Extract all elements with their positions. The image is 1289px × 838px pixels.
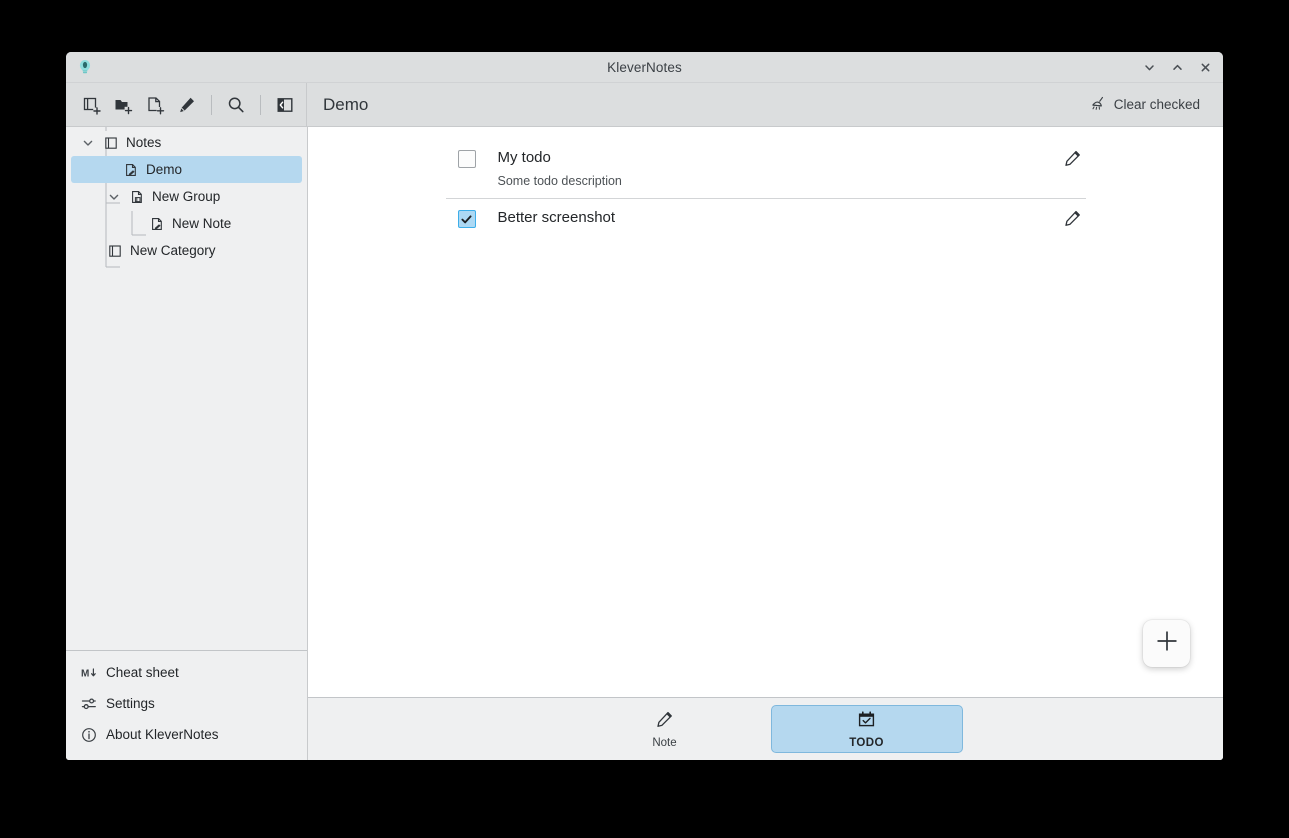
todo-checkbox[interactable]: [458, 210, 476, 228]
todo-edit-button[interactable]: [1060, 148, 1086, 174]
todo-title: My todo: [498, 148, 1060, 167]
sidebar-footer-label: About KleverNotes: [106, 727, 219, 742]
close-button[interactable]: [1193, 55, 1217, 79]
todo-texts: My todo Some todo description: [498, 148, 1060, 189]
sidebar-item-label: Notes: [126, 135, 161, 150]
category-icon: [101, 136, 121, 150]
calendar-check-icon: [857, 710, 876, 734]
todo-texts: Better screenshot: [498, 208, 1060, 227]
app-window: KleverNotes: [66, 52, 1223, 760]
pencil-icon: [1063, 209, 1082, 233]
todo-description: Some todo description: [498, 173, 1060, 189]
category-icon: [105, 244, 125, 258]
window-controls: [1137, 52, 1217, 82]
collapse-sidebar-button[interactable]: [270, 90, 300, 120]
app-bar: Demo Clear checked: [66, 83, 1223, 127]
title-bar[interactable]: KleverNotes: [66, 52, 1223, 83]
new-note-button[interactable]: [140, 90, 170, 120]
sidebar-item-about[interactable]: About KleverNotes: [66, 719, 307, 750]
todo-item: My todo Some todo description: [446, 139, 1086, 199]
chevron-down-icon[interactable]: [105, 188, 122, 205]
page-title: Demo: [323, 95, 368, 115]
sidebar-footer-label: Settings: [106, 696, 155, 711]
toolbar-separator-2: [260, 95, 261, 115]
sidebar-item-new-category[interactable]: New Category: [71, 237, 302, 264]
note-icon: [147, 217, 167, 231]
tab-label: TODO: [849, 737, 884, 749]
sidebar: Notes Demo: [66, 127, 308, 760]
sidebar-item-label: Demo: [146, 162, 182, 177]
sidebar-item-new-note[interactable]: New Note: [71, 210, 302, 237]
tab-label: Note: [652, 737, 676, 749]
svg-text:M: M: [81, 668, 89, 679]
todo-item: Better screenshot: [446, 199, 1086, 243]
tab-note[interactable]: Note: [569, 705, 761, 753]
todo-checkbox[interactable]: [458, 150, 476, 168]
todo-area: My todo Some todo description: [308, 127, 1223, 697]
search-button[interactable]: [221, 90, 251, 120]
content-column: My todo Some todo description: [308, 127, 1223, 760]
maximize-button[interactable]: [1165, 55, 1189, 79]
sidebar-item-label: New Note: [172, 216, 231, 231]
sidebar-item-label: New Category: [130, 243, 216, 258]
sidebar-footer-label: Cheat sheet: [106, 665, 179, 680]
sidebar-item-label: New Group: [152, 189, 220, 204]
note-icon: [121, 163, 141, 177]
rename-button[interactable]: [172, 90, 202, 120]
toolbar-separator: [211, 95, 212, 115]
broom-icon: [1090, 95, 1107, 115]
sidebar-item-notes[interactable]: Notes: [71, 129, 302, 156]
bottom-tab-bar: Note TODO: [308, 697, 1223, 760]
todo-edit-button[interactable]: [1060, 208, 1086, 234]
window-title: KleverNotes: [66, 60, 1223, 75]
info-icon: [80, 727, 97, 743]
todo-list: My todo Some todo description: [446, 135, 1086, 243]
sliders-icon: [80, 696, 97, 712]
clear-checked-button[interactable]: Clear checked: [1084, 91, 1206, 119]
header-bar: Demo Clear checked: [307, 83, 1223, 126]
notes-tree: Notes Demo: [66, 127, 307, 650]
tab-todo[interactable]: TODO: [771, 705, 963, 753]
sidebar-footer: M Cheat sheet S: [66, 650, 307, 760]
todo-title: Better screenshot: [498, 208, 1060, 227]
clear-checked-label: Clear checked: [1114, 97, 1200, 112]
sidebar-item-cheat-sheet[interactable]: M Cheat sheet: [66, 657, 307, 688]
sidebar-item-new-group[interactable]: New Group: [71, 183, 302, 210]
markdown-icon: M: [80, 666, 97, 680]
minimize-button[interactable]: [1137, 55, 1161, 79]
add-todo-button[interactable]: [1143, 620, 1190, 667]
pencil-icon: [1063, 149, 1082, 173]
chevron-down-icon[interactable]: [79, 134, 96, 151]
lightbulb-icon: [74, 56, 96, 78]
check-icon: [460, 213, 473, 226]
sidebar-item-settings[interactable]: Settings: [66, 688, 307, 719]
sidebar-item-demo[interactable]: Demo: [71, 156, 302, 183]
plus-icon: [1153, 627, 1181, 660]
toolbar: [66, 83, 307, 126]
pencil-icon: [655, 710, 674, 734]
new-category-button[interactable]: [76, 90, 106, 120]
new-group-button[interactable]: [108, 90, 138, 120]
window-body: Notes Demo: [66, 127, 1223, 760]
group-icon: [127, 190, 147, 204]
